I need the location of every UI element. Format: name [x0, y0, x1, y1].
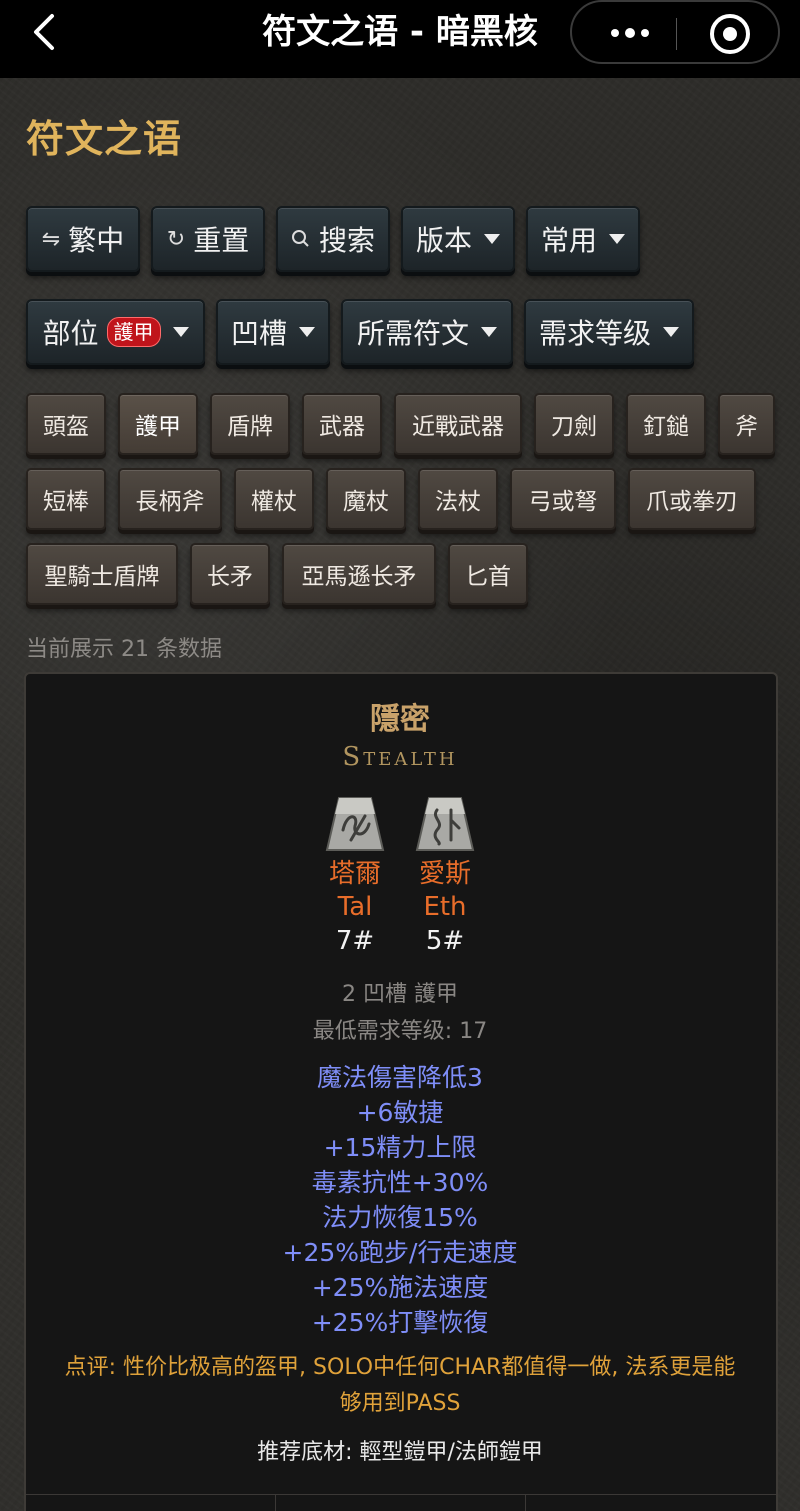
runeword-name-english: Stealth — [342, 742, 458, 772]
card-footer-separator — [275, 1494, 276, 1511]
category-button-claw[interactable]: 爪或拳刃 — [628, 468, 756, 530]
category-button-wand[interactable]: 魔杖 — [326, 468, 406, 530]
category-button-amazon-spear[interactable]: 亞馬遜长矛 — [282, 543, 436, 605]
sockets-filter-label: 凹槽 — [230, 317, 287, 350]
category-button-helm[interactable]: 頭盔 — [26, 393, 106, 455]
language-label: 繁中 — [68, 224, 125, 257]
slot-filter-dropdown[interactable]: 部位 護甲 — [26, 299, 205, 365]
sockets-and-type: 2 凹槽 護甲 — [342, 982, 458, 1007]
mini-program-capsule — [570, 0, 780, 64]
category-button-weapon[interactable]: 武器 — [302, 393, 382, 455]
property-line: +25%打擊恢復 — [311, 1308, 489, 1337]
category-button-dagger[interactable]: 匕首 — [448, 543, 528, 605]
category-button-paladin-shield[interactable]: 聖騎士盾牌 — [26, 543, 178, 605]
category-button-axe[interactable]: 斧 — [718, 393, 775, 455]
reset-label: 重置 — [193, 224, 250, 257]
caret-down-icon — [484, 234, 500, 244]
category-button-polearm[interactable]: 長柄斧 — [118, 468, 222, 530]
card-footer-separator — [525, 1494, 526, 1511]
min-level: 最低需求等级: 17 — [312, 1019, 488, 1044]
back-button[interactable] — [22, 10, 66, 54]
rune-name-en: Eth — [423, 892, 467, 922]
tal-rune-icon — [325, 797, 385, 851]
refresh-icon: ↻ — [166, 226, 186, 252]
category-button-melee-weapon[interactable]: 近戰武器 — [394, 393, 522, 455]
common-label: 常用 — [540, 224, 597, 257]
category-button-bow[interactable]: 弓或弩 — [510, 468, 616, 530]
search-button[interactable]: 搜索 — [276, 206, 390, 272]
category-button-armor[interactable]: 護甲 — [118, 393, 198, 455]
version-dropdown[interactable]: 版本 — [401, 206, 515, 272]
caret-down-icon — [663, 327, 679, 337]
category-button-sword[interactable]: 刀劍 — [534, 393, 614, 455]
category-button-club[interactable]: 短棒 — [26, 468, 106, 530]
property-line: +15精力上限 — [323, 1133, 477, 1162]
rune-number: 5# — [425, 926, 465, 956]
reset-button[interactable]: ↻ 重置 — [151, 206, 265, 272]
capsule-divider — [676, 18, 677, 50]
version-label: 版本 — [415, 224, 472, 257]
category-button-staff[interactable]: 法杖 — [418, 468, 498, 530]
more-options-icon[interactable] — [598, 16, 662, 50]
close-icon[interactable] — [710, 14, 750, 54]
swap-icon: ⇋ — [41, 226, 61, 252]
caret-down-icon — [481, 327, 497, 337]
rune-eth: 愛斯 Eth 5# — [390, 796, 500, 958]
category-button-scepter[interactable]: 權杖 — [234, 468, 314, 530]
level-filter-dropdown[interactable]: 需求等级 — [524, 299, 694, 365]
category-button-spear[interactable]: 长矛 — [190, 543, 270, 605]
eth-rune-icon — [415, 797, 475, 851]
chevron-left-icon — [34, 14, 54, 50]
card-footer-divider — [26, 1494, 776, 1495]
common-dropdown[interactable]: 常用 — [526, 206, 640, 272]
runes-filter-dropdown[interactable]: 所需符文 — [341, 299, 513, 365]
sockets-filter-dropdown[interactable]: 凹槽 — [216, 299, 330, 365]
caret-down-icon — [172, 327, 189, 337]
category-button-shield[interactable]: 盾牌 — [210, 393, 290, 455]
level-filter-label: 需求等级 — [538, 317, 651, 350]
slot-filter-badge: 護甲 — [106, 317, 161, 347]
slot-filter-label: 部位 — [42, 317, 99, 350]
caret-down-icon — [609, 234, 625, 244]
search-label: 搜索 — [318, 224, 375, 257]
runeword-name: 隱密 — [370, 702, 430, 737]
property-line: 法力恢復15% — [322, 1203, 478, 1232]
caret-down-icon — [299, 327, 315, 337]
property-line: +25%跑步/行走速度 — [282, 1238, 518, 1267]
search-icon — [291, 230, 309, 247]
property-line: 毒素抗性+30% — [311, 1168, 489, 1197]
result-count: 当前展示 21 条数据 — [26, 637, 222, 662]
property-line: +6敏捷 — [356, 1098, 444, 1127]
property-line: +25%施法速度 — [311, 1273, 489, 1302]
language-button[interactable]: ⇋ 繁中 — [26, 206, 140, 272]
review-comment: 点评: 性价比极高的盔甲, SOLO中任何CHAR都值得一做, 法系更是能够用到… — [64, 1355, 736, 1416]
nav-bar: 符文之语 - 暗黑核 — [0, 0, 800, 78]
runes-filter-label: 所需符文 — [356, 317, 469, 350]
property-line: 魔法傷害降低3 — [317, 1063, 483, 1092]
page-title: 符文之语 — [26, 117, 183, 161]
recommended-base: 推荐底材: 輕型鎧甲/法師鎧甲 — [257, 1440, 543, 1465]
rune-name-cn: 愛斯 — [418, 859, 471, 889]
category-button-mace[interactable]: 釘鎚 — [626, 393, 706, 455]
